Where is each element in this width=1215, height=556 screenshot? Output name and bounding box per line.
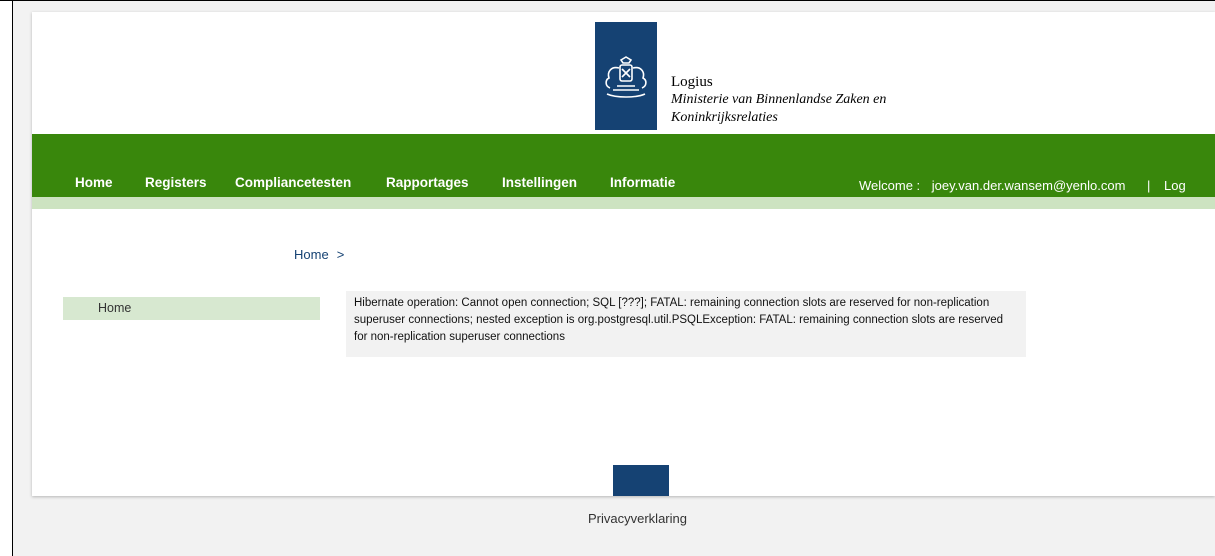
brand-name: Logius (671, 74, 713, 90)
sidebar-item-label: Home (98, 301, 132, 315)
user-welcome: Welcome : joey.van.der.wansem@yenlo.com … (859, 178, 1194, 193)
brand-ministry-line2: Koninkrijksrelaties (671, 110, 778, 125)
chevron-right-icon: > (336, 247, 345, 262)
footer-logo-block (613, 465, 669, 496)
privacy-link[interactable]: Privacyverklaring (0, 511, 1215, 526)
user-email: joey.van.der.wansem@yenlo.com (931, 178, 1126, 193)
brand-text: Logius Ministerie van Binnenlandse Zaken… (671, 73, 886, 127)
nav-separator: | (1147, 178, 1151, 193)
nav-item-registers[interactable]: Registers (145, 175, 207, 190)
error-message: Hibernate operation: Cannot open connect… (346, 291, 1026, 357)
breadcrumb: Home > (294, 247, 344, 262)
main-navigation: Home Registers Compliancetesten Rapporta… (32, 134, 1215, 197)
nav-item-rapportages[interactable]: Rapportages (386, 175, 469, 190)
nav-item-home[interactable]: Home (75, 175, 113, 190)
logout-link[interactable]: Log (1164, 178, 1186, 193)
welcome-label: Welcome : (859, 178, 921, 193)
brand-ministry-line1: Ministerie van Binnenlandse Zaken en (671, 92, 887, 107)
coat-of-arms-icon (605, 56, 647, 98)
rijksoverheid-logo (595, 22, 657, 130)
breadcrumb-home[interactable]: Home (294, 247, 329, 262)
nav-subbar (32, 197, 1215, 209)
nav-item-instellingen[interactable]: Instellingen (502, 175, 577, 190)
nav-item-compliancetesten[interactable]: Compliancetesten (235, 175, 351, 190)
nav-item-informatie[interactable]: Informatie (610, 175, 675, 190)
sidebar-item-home[interactable]: Home (63, 297, 320, 320)
